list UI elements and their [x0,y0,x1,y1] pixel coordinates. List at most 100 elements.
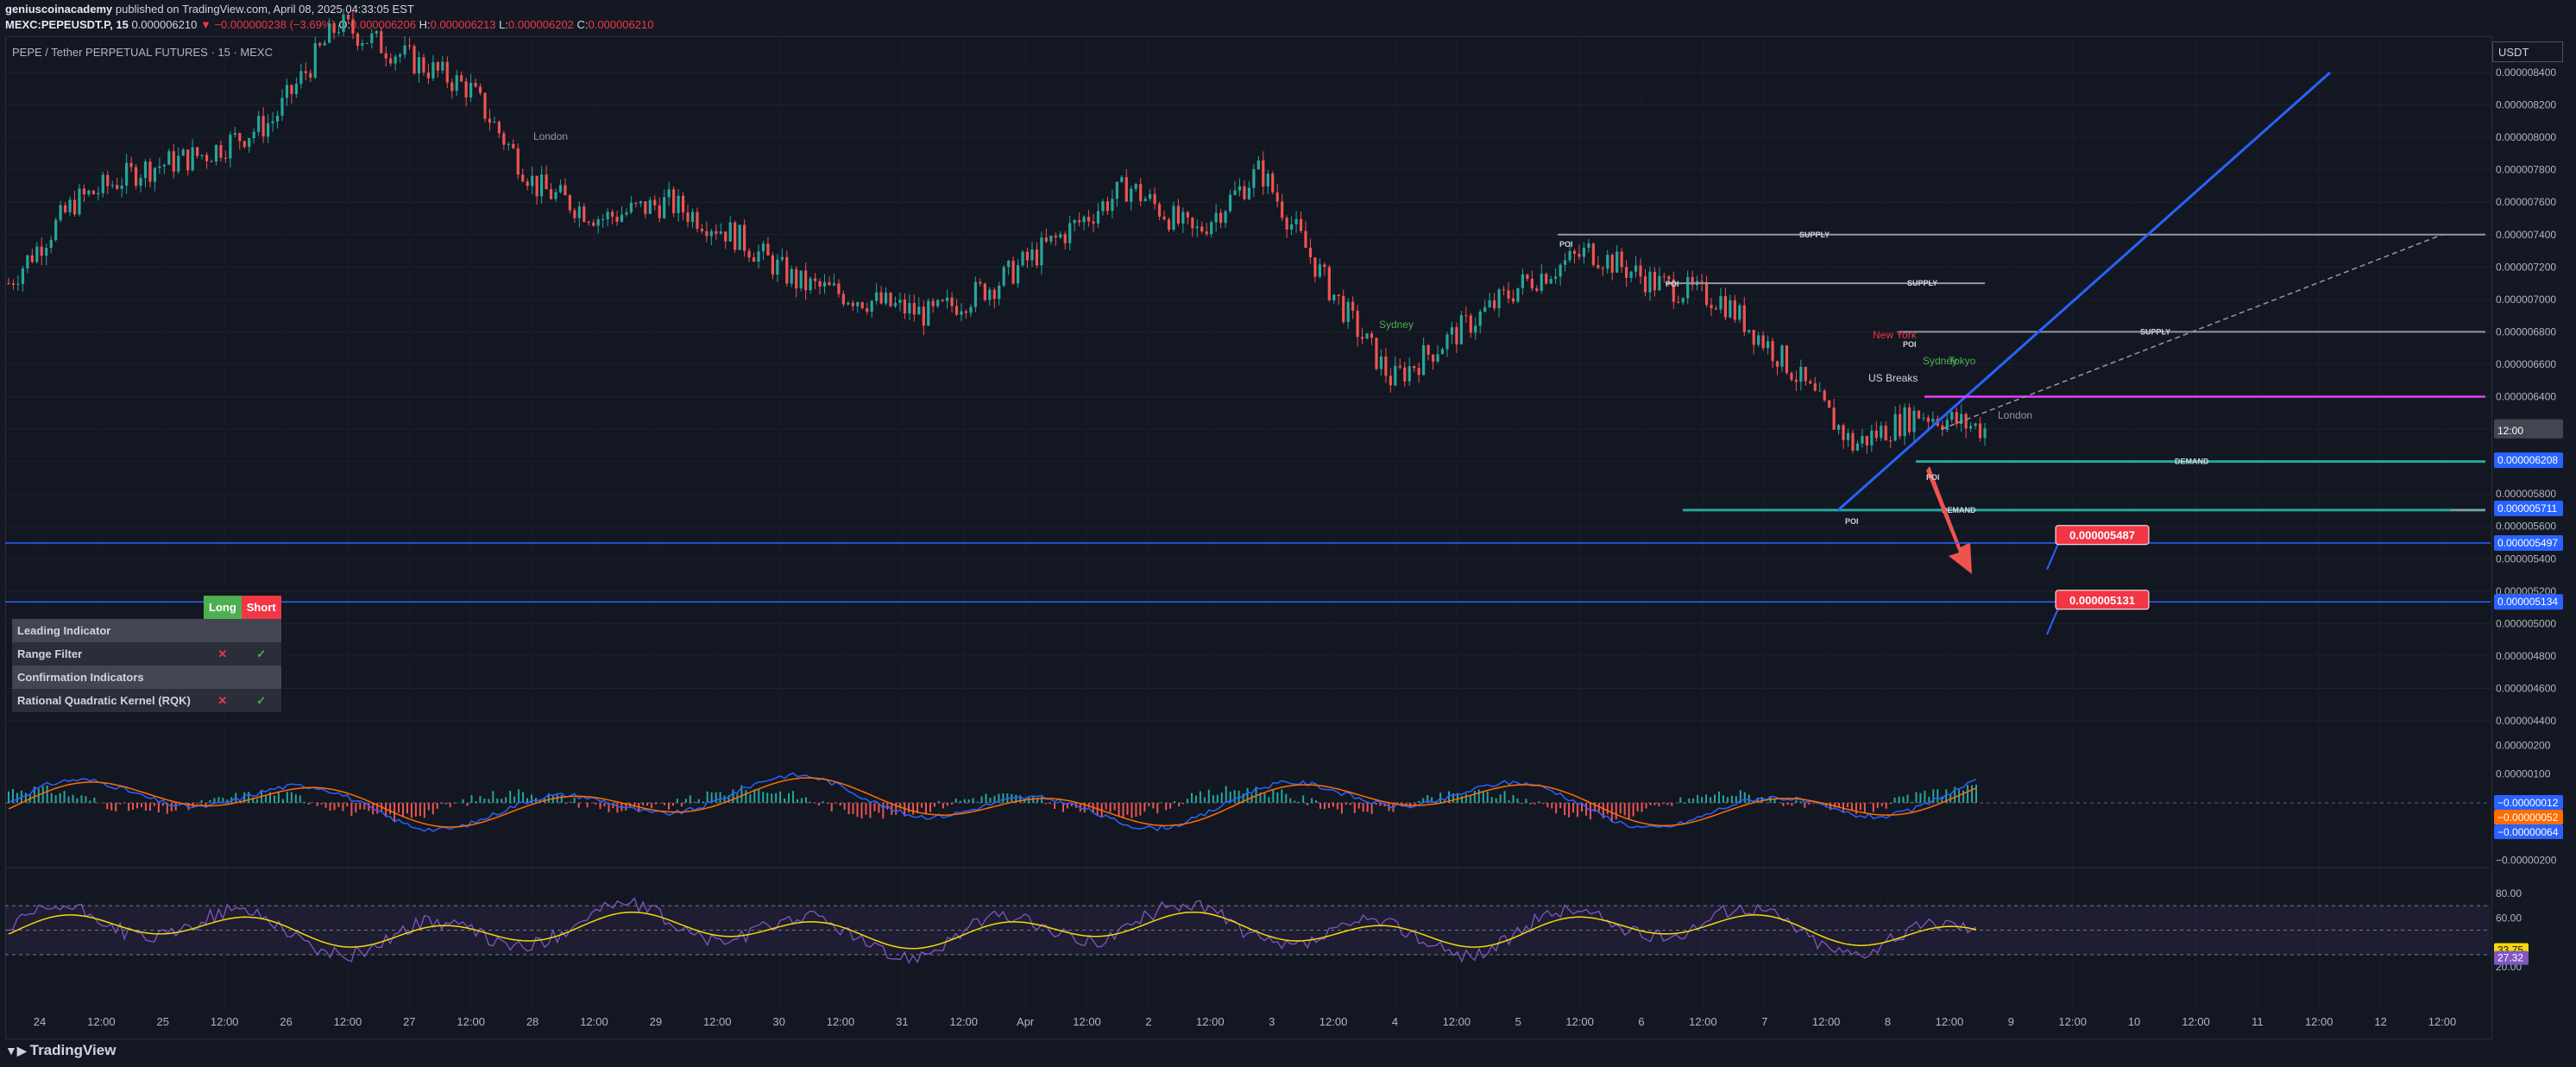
candle-body [1389,376,1392,386]
candle-body [1658,275,1661,291]
candle-body [1073,220,1076,224]
candle-body [120,185,123,189]
range-filter-short-check-icon: ✓ [241,642,281,666]
candle-body [441,61,444,71]
candle-body [1794,379,1798,382]
candle-body [1507,290,1510,299]
session-annotation: POI [1903,340,1917,349]
candle-body [7,283,10,285]
candle-body [747,250,751,258]
candle-body [1639,265,1642,277]
candle-body [45,248,48,256]
candle-body [1233,190,1237,195]
candle-body [884,292,888,304]
candle-body [1219,212,1223,224]
candle-body [1634,265,1638,272]
candle-body [328,22,331,43]
candle-body [426,73,431,79]
candle-body [1044,237,1048,242]
time-tick-label: 12:00 [2305,1015,2334,1028]
time-tick-label: 12:00 [1689,1015,1717,1028]
candle-body [1511,298,1515,302]
candle-body [248,138,251,148]
candle-body [610,212,614,218]
candle-body [1214,212,1218,223]
candle-body [1445,334,1449,350]
time-tick-label: 12:00 [2058,1015,2087,1028]
candle-body [1780,345,1784,367]
candle-body [181,149,185,156]
session-annotation: Tokyo [1949,355,1976,367]
candle-body [1488,300,1491,307]
candle-body [1252,169,1256,188]
candle-body [1011,261,1015,284]
candle-body [1323,264,1326,268]
candle-body [724,231,727,242]
candle-body [1040,237,1043,266]
candle-body [63,205,67,212]
chart-canvas[interactable]: 0.000008400 0.000008200 0.000008000 0.00000… [0,0,2576,1067]
price-tick-label: 0.000004800 [2496,650,2556,662]
confirmation-indicators-label: Confirmation Indicators [12,666,281,689]
tradingview-logo-text: TradingView [29,1042,117,1058]
candle-body [370,33,374,43]
candle-body [365,42,368,44]
time-tick-label: 12:00 [1936,1015,1964,1028]
time-tick-label: 24 [34,1015,46,1028]
candle-body [97,193,100,195]
candle-body [1719,295,1723,310]
target-callout-pointer [2046,543,2059,571]
time-tick-label: 12:00 [1565,1015,1594,1028]
candle-body [1714,308,1718,310]
rqk-label: Rational Quadratic Kernel (RQK) [12,689,204,712]
candle-body [1474,325,1477,333]
candle-body [1275,192,1279,202]
symbol-title: PEPE / Tether PERPETUAL FUTURES · 15 · M… [12,46,273,59]
candle-body [1115,181,1118,199]
session-annotation: New York [1873,329,1918,341]
time-tick-label: 12:00 [1443,1015,1471,1028]
candle-body [1785,345,1789,374]
candle-body [219,145,223,158]
candle-body [634,203,638,205]
candle-body [110,185,114,186]
price-tick-label: 0.000008000 [2496,131,2556,143]
candle-body [1021,251,1024,266]
tradingview-logo[interactable]: ▼▶ TradingView [5,1042,116,1059]
candle-body [1035,249,1039,266]
candle-body [1337,294,1340,296]
candle-body [539,174,544,197]
candle-body [658,205,661,218]
candle-body [233,133,236,136]
candle-body [422,57,425,73]
price-tick-label: 0.000007600 [2496,196,2556,208]
candle-body [1262,160,1265,187]
currency-selector[interactable]: USDT [2492,41,2563,62]
candle-body [1893,414,1897,441]
price-axis-badge-label: 0.000005134 [2497,596,2558,608]
candle-body [417,57,421,74]
candle-body [1851,432,1855,451]
macd-tick-label: 0.00000100 [2496,768,2551,780]
candle-body [403,45,406,55]
candle-body [1068,223,1072,243]
candle-body [1063,234,1067,243]
candle-body [1082,217,1086,223]
candle-body [1842,425,1845,440]
candle-body [1379,357,1383,369]
candle-body [983,283,986,300]
time-tick-label: 12:00 [457,1015,485,1028]
candle-body [1748,330,1751,332]
price-axis-badge-label: 0.000005711 [2497,502,2558,515]
time-tick-label: 8 [1885,1015,1891,1028]
candle-body [1931,419,1935,422]
candle-body [672,189,676,213]
candle-body [799,270,803,289]
candle-body [1809,381,1812,384]
candle-body [898,300,902,303]
candle-body [323,42,326,46]
time-tick-label: 26 [280,1015,292,1028]
candle-body [979,281,982,284]
price-axis-badge-label: 12:00 [2497,425,2523,437]
candle-body [1025,251,1030,261]
